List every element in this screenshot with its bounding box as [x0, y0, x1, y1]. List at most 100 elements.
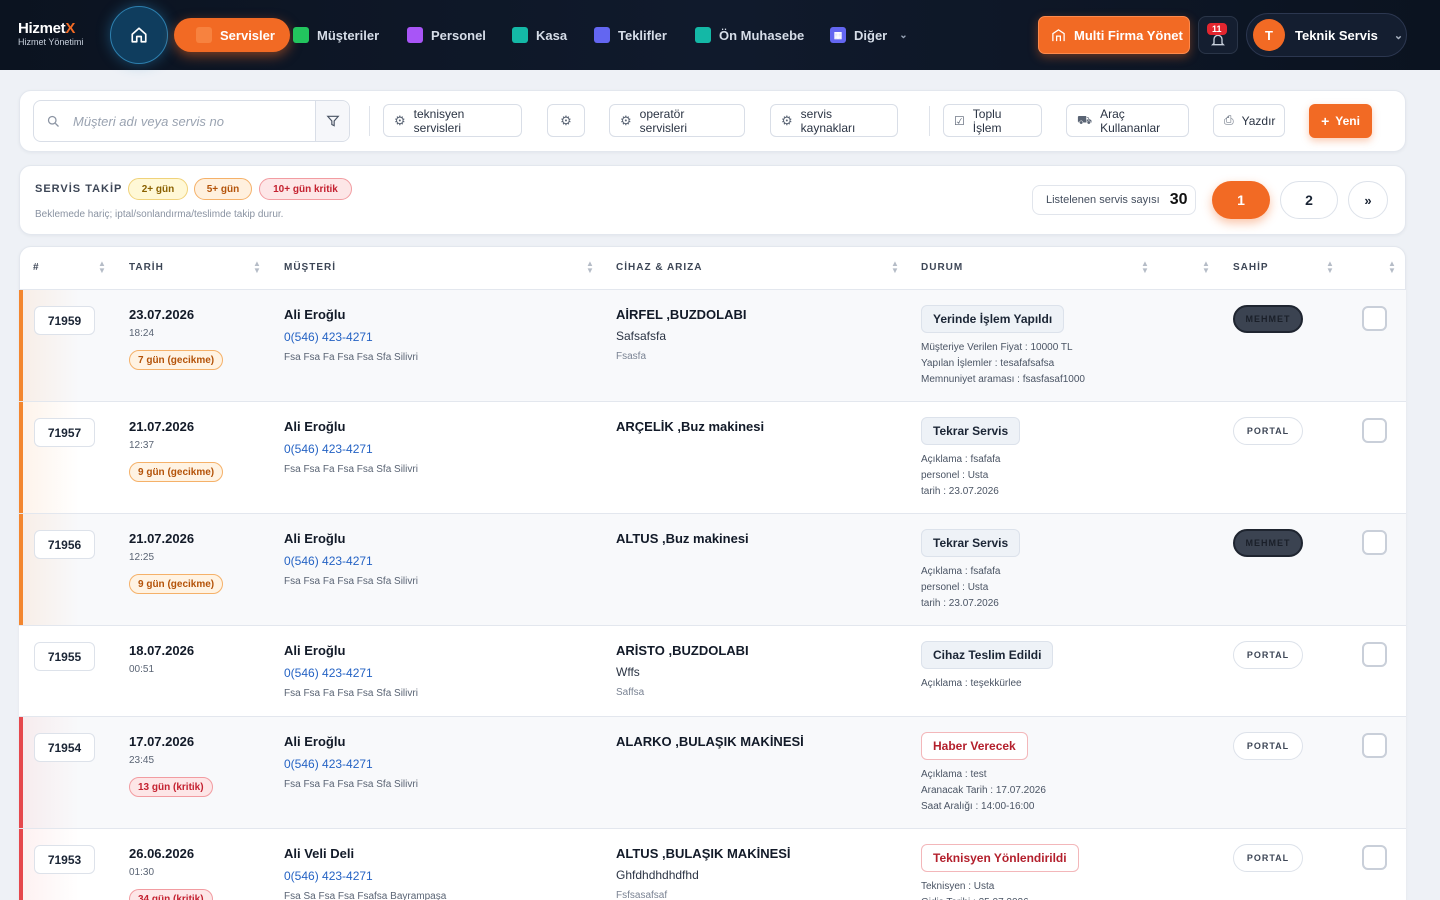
status-detail: personel : Usta: [921, 470, 989, 481]
sort-icon[interactable]: ▲ ▼: [1141, 260, 1149, 275]
print-label: Yazdır: [1241, 113, 1276, 128]
row-checkbox[interactable]: [1362, 845, 1387, 870]
sort-icon[interactable]: ▲ ▼: [891, 260, 899, 275]
service-id[interactable]: 71957: [34, 418, 95, 447]
table-row[interactable]: 71954 17.07.2026 23:45 13 gün (kritik) Ali E…: [19, 716, 1406, 828]
chevron-down-icon: ⌄: [899, 29, 908, 41]
brand-subtitle: Hizmet Yönetimi: [18, 37, 84, 47]
status-detail: Açıklama : fsafafa: [921, 566, 1001, 577]
service-id[interactable]: 71953: [34, 845, 95, 874]
bulk-action-button[interactable]: ☑ Toplu İşlem: [943, 104, 1042, 137]
tracking-title: SERVİS TAKİP: [35, 183, 123, 195]
status-detail: tarih : 23.07.2026: [921, 598, 999, 609]
sort-icon[interactable]: ▲ ▼: [1388, 260, 1396, 275]
service-sources-button[interactable]: ⚙ servis kaynakları: [770, 104, 898, 137]
nav-servisler[interactable]: Servisler: [174, 18, 290, 52]
service-id[interactable]: 71955: [34, 642, 95, 671]
nav-diger[interactable]: ▦ Diğer ⌄: [830, 18, 908, 52]
owner-badge: MEHMET: [1233, 529, 1303, 557]
nav-on-muhasebe[interactable]: Ön Muhasebe: [695, 18, 804, 52]
customer-phone[interactable]: 0(546) 423-4271: [284, 442, 373, 456]
service-date: 23.07.2026: [129, 307, 195, 322]
service-date: 18.07.2026: [129, 643, 195, 658]
customer-phone[interactable]: 0(546) 423-4271: [284, 330, 373, 344]
brand-logo[interactable]: HizmetX Hizmet Yönetimi: [18, 21, 83, 48]
next-page-button[interactable]: »: [1348, 181, 1388, 219]
filter-button[interactable]: [315, 101, 349, 141]
notifications-button[interactable]: 11: [1198, 16, 1238, 54]
col-date[interactable]: TARİH: [129, 262, 164, 273]
col-device[interactable]: CİHAZ & ARIZA: [616, 262, 703, 273]
table-row[interactable]: 71956 21.07.2026 12:25 9 gün (gecikme) Ali E…: [19, 513, 1406, 625]
customer-phone[interactable]: 0(546) 423-4271: [284, 666, 373, 680]
service-id[interactable]: 71954: [34, 733, 95, 762]
sort-icon[interactable]: ▲ ▼: [1326, 260, 1334, 275]
table-row[interactable]: 71953 26.06.2026 01:30 34 gün (kritik) Ali V…: [19, 828, 1406, 900]
nav-label: Personel: [431, 27, 486, 43]
table-row[interactable]: 71957 21.07.2026 12:37 9 gün (gecikme) Ali E…: [19, 401, 1406, 513]
customer-name[interactable]: Ali Eroğlu: [284, 307, 345, 322]
status-badge[interactable]: Tekrar Servis: [921, 529, 1021, 557]
search-input[interactable]: Müşteri adı veya servis no: [73, 114, 224, 129]
sort-icon[interactable]: ▲ ▼: [98, 260, 106, 275]
nav-personel[interactable]: Personel: [407, 18, 486, 52]
status-badge[interactable]: Haber Verecek: [921, 732, 1028, 760]
sort-icon[interactable]: ▲ ▼: [253, 260, 261, 275]
customer-name[interactable]: Ali Eroğlu: [284, 734, 345, 749]
page-2-button[interactable]: 2: [1280, 181, 1338, 219]
col-id[interactable]: #: [33, 262, 40, 273]
service-id[interactable]: 71956: [34, 530, 95, 559]
sort-icon[interactable]: ▲ ▼: [1202, 260, 1210, 275]
brand-accent: X: [65, 20, 76, 37]
device-fault: Wffs: [616, 665, 640, 679]
row-checkbox[interactable]: [1362, 418, 1387, 443]
device-name: ARİSTO ,BUZDOLABI: [616, 643, 749, 658]
row-checkbox[interactable]: [1362, 642, 1387, 667]
user-menu[interactable]: T Teknik Servis ⌄: [1246, 13, 1407, 57]
customer-name[interactable]: Ali Eroğlu: [284, 419, 345, 434]
customer-name[interactable]: Ali Veli Deli: [284, 846, 354, 861]
multi-company-button[interactable]: Multi Firma Yönet: [1038, 16, 1190, 54]
customer-name[interactable]: Ali Eroğlu: [284, 643, 345, 658]
nav-kasa[interactable]: Kasa: [512, 18, 567, 52]
customer-phone[interactable]: 0(546) 423-4271: [284, 554, 373, 568]
col-status[interactable]: DURUM: [921, 262, 963, 273]
device-note: Saffsa: [616, 687, 645, 698]
legend-10-days-critical: 10+ gün kritik: [259, 178, 352, 200]
vehicle-users-button[interactable]: ⛟ Araç Kullananlar: [1066, 104, 1189, 137]
status-detail: Yapılan İşlemler : tesafafsafsa: [921, 358, 1055, 369]
customer-phone[interactable]: 0(546) 423-4271: [284, 869, 373, 883]
table-row[interactable]: 71959 23.07.2026 18:24 7 gün (gecikme) Ali E…: [19, 289, 1406, 401]
customer-name[interactable]: Ali Eroğlu: [284, 531, 345, 546]
filter-icon: [325, 115, 340, 127]
operator-services-button[interactable]: ⚙ operatör servisleri: [609, 104, 745, 137]
row-delay-marker: [19, 829, 23, 900]
technician-services-button[interactable]: ⚙ teknisyen servisleri: [383, 104, 522, 137]
gear-icon: ⚙: [394, 112, 406, 128]
status-badge[interactable]: Tekrar Servis: [921, 417, 1021, 445]
settings-button[interactable]: ⚙: [547, 104, 585, 137]
col-owner[interactable]: SAHİP: [1233, 262, 1269, 273]
tracking-note: Beklemede hariç; iptal/sonlandırma/tesli…: [35, 209, 284, 220]
checkbox-icon: ☑: [954, 113, 965, 128]
nav-teklifler[interactable]: Teklifler: [594, 18, 667, 52]
sort-icon[interactable]: ▲ ▼: [586, 260, 594, 275]
customer-phone[interactable]: 0(546) 423-4271: [284, 757, 373, 771]
status-badge[interactable]: Teknisyen Yönlendirildi: [921, 844, 1079, 872]
new-button[interactable]: + Yeni: [1309, 104, 1372, 138]
print-button[interactable]: ⎙ Yazdır: [1213, 104, 1285, 137]
row-checkbox[interactable]: [1362, 733, 1387, 758]
service-date: 26.06.2026: [129, 846, 195, 861]
service-id[interactable]: 71959: [34, 306, 95, 335]
row-checkbox[interactable]: [1362, 530, 1387, 555]
status-badge[interactable]: Cihaz Teslim Edildi: [921, 641, 1054, 669]
table-row[interactable]: 71955 18.07.2026 00:51 Ali Eroğlu 0(546) 423…: [19, 625, 1406, 716]
nav-musteriler[interactable]: Müşteriler: [293, 18, 379, 52]
owner-badge: MEHMET: [1233, 305, 1303, 333]
search-box[interactable]: Müşteri adı veya servis no: [33, 100, 350, 142]
home-button[interactable]: [110, 6, 168, 64]
page-1-button[interactable]: 1: [1212, 181, 1270, 219]
col-customer[interactable]: MÜŞTERİ: [284, 262, 336, 273]
status-badge[interactable]: Yerinde İşlem Yapıldı: [921, 305, 1065, 333]
row-checkbox[interactable]: [1362, 306, 1387, 331]
